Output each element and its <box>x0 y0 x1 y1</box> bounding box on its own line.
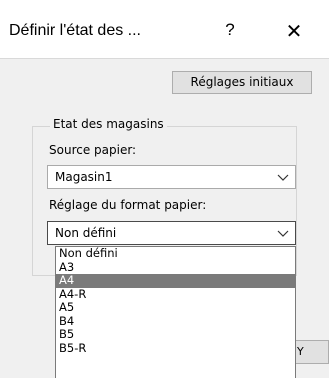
paper-format-select[interactable]: Non défini <box>47 221 296 245</box>
dropdown-option[interactable]: A4 <box>56 273 295 288</box>
paper-format-label: Réglage du format papier: <box>49 198 207 212</box>
paper-format-value: Non défini <box>55 226 117 240</box>
chevron-down-icon <box>277 230 289 237</box>
hidden-button[interactable]: Y <box>292 340 329 364</box>
window-title: Définir l'état des ... <box>9 22 141 39</box>
dialog-window: Définir l'état des ... ? ✕ Réglages init… <box>0 0 329 378</box>
dropdown-option[interactable]: B5-R <box>56 341 295 356</box>
dropdown-option[interactable]: A5 <box>56 300 295 315</box>
help-button[interactable]: ? <box>220 20 240 40</box>
close-button[interactable]: ✕ <box>279 18 309 44</box>
chevron-down-icon <box>277 174 289 181</box>
dropdown-option[interactable]: B5 <box>56 327 295 342</box>
dropdown-option[interactable]: A4-R <box>56 287 295 302</box>
title-bar: Définir l'état des ... ? ✕ <box>0 0 329 58</box>
dropdown-option[interactable]: Non défini <box>56 247 295 261</box>
reset-defaults-button[interactable]: Réglages initiaux <box>172 71 312 94</box>
dropdown-option[interactable]: A3 <box>56 260 295 275</box>
paper-source-value: Magasin1 <box>55 170 113 184</box>
dropdown-option[interactable]: B4 <box>56 314 295 329</box>
paper-format-dropdown-list[interactable]: Non défini A3 A4 A4-R A5 B4 B5 B5-R <box>55 246 296 378</box>
paper-source-select[interactable]: Magasin1 <box>47 165 296 189</box>
tray-status-group-label: Etat des magasins <box>50 117 167 131</box>
paper-source-label: Source papier: <box>49 143 137 157</box>
